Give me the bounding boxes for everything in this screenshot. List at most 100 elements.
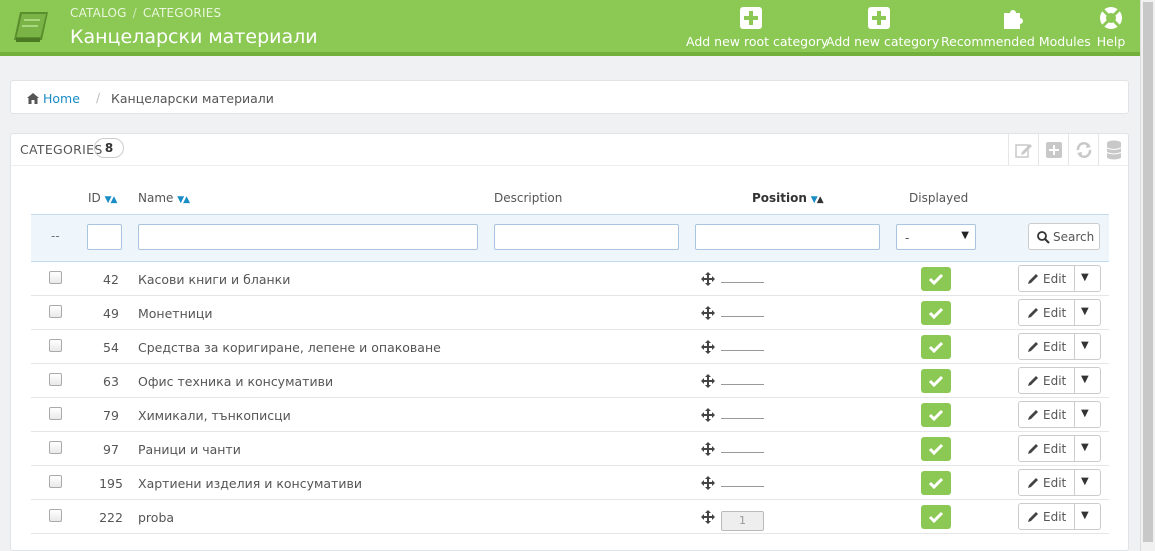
position-placeholder	[721, 282, 764, 283]
scrollbar-thumb[interactable]	[1143, 2, 1153, 542]
edit-button[interactable]: Edit	[1043, 510, 1066, 524]
filter-position-input[interactable]	[695, 224, 880, 250]
search-button[interactable]: Search	[1028, 223, 1100, 250]
displayed-toggle[interactable]	[921, 437, 951, 461]
divider	[1074, 300, 1075, 325]
drag-move-icon[interactable]	[701, 374, 715, 388]
drag-move-icon[interactable]	[701, 476, 715, 490]
edit-button[interactable]: Edit	[1043, 476, 1066, 490]
column-position-label: Position	[752, 191, 807, 205]
add-button[interactable]	[1038, 134, 1068, 165]
sort-arrows-icon[interactable]: ▼▲	[811, 195, 824, 205]
drag-move-icon[interactable]	[701, 442, 715, 456]
row-id-value: 54	[103, 340, 119, 355]
displayed-toggle[interactable]	[921, 403, 951, 427]
page-title: Канцеларски материали	[70, 26, 318, 48]
plus-square-icon	[1045, 141, 1062, 158]
table-row[interactable]: 63 Офис техника и консумативи Edit ▼	[31, 364, 1109, 398]
drag-move-icon[interactable]	[701, 408, 715, 422]
table-row[interactable]: 222 proba 1 Edit ▼	[31, 500, 1109, 534]
filter-name-input[interactable]	[138, 224, 478, 250]
pencil-icon	[1028, 444, 1038, 454]
sql-query-button[interactable]	[1098, 134, 1128, 165]
displayed-toggle[interactable]	[921, 369, 951, 393]
check-icon	[928, 511, 944, 524]
filter-id-input[interactable]	[87, 224, 122, 250]
displayed-toggle[interactable]	[921, 267, 951, 291]
caret-down-icon[interactable]: ▼	[1081, 340, 1089, 351]
edit-button[interactable]: Edit	[1043, 408, 1066, 422]
row-id-value: 49	[103, 306, 119, 321]
check-icon	[928, 443, 944, 456]
caret-down-icon[interactable]: ▼	[1081, 442, 1089, 453]
crumb-categories[interactable]: CATEGORIES	[143, 6, 221, 20]
column-header-displayed: Displayed	[909, 191, 969, 205]
add-new-category-button[interactable]: Add new category	[826, 0, 939, 52]
row-id: 97	[71, 442, 131, 457]
edit-button-group: Edit ▼	[1018, 265, 1101, 292]
caret-down-icon[interactable]: ▼	[1081, 306, 1089, 317]
table-row[interactable]: 49 Монетници Edit ▼	[31, 296, 1109, 330]
filter-description-input[interactable]	[494, 224, 679, 250]
row-checkbox[interactable]	[49, 271, 62, 284]
displayed-toggle[interactable]	[921, 301, 951, 325]
edit-button[interactable]: Edit	[1043, 340, 1066, 354]
displayed-toggle[interactable]	[921, 505, 951, 529]
divider	[1074, 470, 1075, 495]
row-id-value: 97	[103, 442, 119, 457]
home-icon	[27, 93, 39, 104]
row-checkbox[interactable]	[49, 305, 62, 318]
row-checkbox[interactable]	[49, 509, 62, 522]
displayed-toggle[interactable]	[921, 335, 951, 359]
filter-displayed-select[interactable]: - ▼	[896, 224, 976, 250]
table-row[interactable]: 79 Химикали, тънкописци Edit ▼	[31, 398, 1109, 432]
breadcrumb-home-link[interactable]: Home	[27, 91, 80, 106]
drag-move-icon[interactable]	[701, 510, 715, 524]
caret-down-icon[interactable]: ▼	[1081, 272, 1089, 283]
vertical-scrollbar[interactable]	[1140, 0, 1155, 551]
help-button[interactable]: Help	[1092, 0, 1130, 52]
position-placeholder	[721, 316, 764, 317]
drag-move-icon[interactable]	[701, 272, 715, 286]
column-header-description: Description	[494, 191, 563, 205]
row-id-value: 79	[103, 408, 119, 423]
bulk-edit-button[interactable]	[1008, 134, 1038, 165]
edit-button[interactable]: Edit	[1043, 374, 1066, 388]
crumb-catalog[interactable]: CATALOG	[70, 6, 127, 20]
row-checkbox[interactable]	[49, 407, 62, 420]
edit-button[interactable]: Edit	[1043, 442, 1066, 456]
breadcrumb-home-label: Home	[42, 91, 80, 106]
displayed-toggle[interactable]	[921, 471, 951, 495]
caret-down-icon[interactable]: ▼	[1081, 476, 1089, 487]
recommended-modules-button[interactable]: Recommended Modules	[941, 0, 1091, 52]
pencil-icon	[1028, 478, 1038, 488]
lifebuoy-icon	[1100, 7, 1122, 29]
edit-button[interactable]: Edit	[1043, 272, 1066, 286]
row-checkbox[interactable]	[49, 475, 62, 488]
caret-down-icon[interactable]: ▼	[1081, 408, 1089, 419]
row-checkbox[interactable]	[49, 441, 62, 454]
edit-button[interactable]: Edit	[1043, 306, 1066, 320]
count-badge: 8	[94, 138, 124, 158]
search-label: Search	[1053, 230, 1095, 244]
add-new-root-category-button[interactable]: Add new root category	[686, 0, 828, 52]
header-breadcrumb: CATALOG / CATEGORIES	[70, 6, 222, 20]
drag-move-icon[interactable]	[701, 340, 715, 354]
table-row[interactable]: 97 Раници и чанти Edit ▼	[31, 432, 1109, 466]
caret-down-icon[interactable]: ▼	[1081, 510, 1089, 521]
panel-title: CATEGORIES	[20, 142, 103, 157]
table-row[interactable]: 54 Средства за коригиране, лепене и опако…	[31, 330, 1109, 364]
table-row[interactable]: 195 Хартиени изделия и консумативи Edit ▼	[31, 466, 1109, 500]
sort-arrows-icon[interactable]: ▼▲	[105, 195, 118, 205]
row-checkbox[interactable]	[49, 339, 62, 352]
row-id: 79	[71, 408, 131, 423]
edit-icon	[1014, 143, 1032, 158]
row-checkbox[interactable]	[49, 373, 62, 386]
refresh-button[interactable]	[1068, 134, 1098, 165]
drag-move-icon[interactable]	[701, 306, 715, 320]
filter-row: -- - ▼ Search	[31, 214, 1109, 262]
caret-down-icon[interactable]: ▼	[1081, 374, 1089, 385]
sort-arrows-icon[interactable]: ▼▲	[177, 195, 190, 205]
row-id: 49	[71, 306, 131, 321]
table-row[interactable]: 42 Касови книги и бланки Edit ▼	[31, 262, 1109, 296]
